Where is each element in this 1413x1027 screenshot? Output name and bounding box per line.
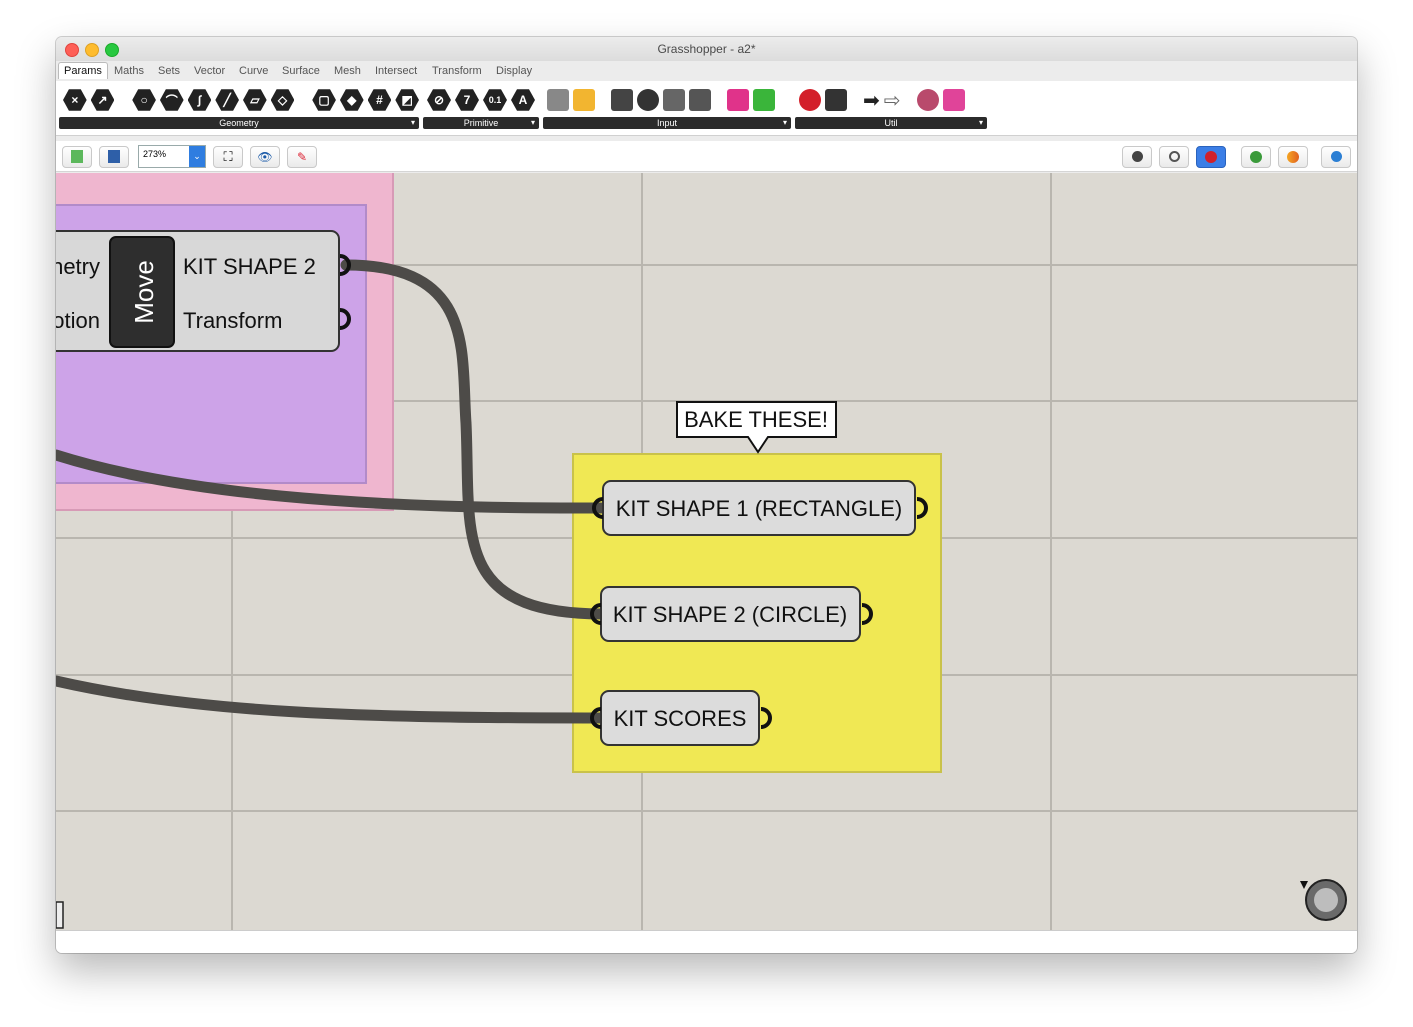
gradient-icon[interactable] [727,89,749,111]
preview-mesh-quality-button[interactable] [1278,146,1308,168]
cherry-picker-icon[interactable] [799,89,821,111]
move-input-geometry: netry [56,254,100,279]
preview-off-icon [1131,151,1143,162]
shaded-preview-button[interactable] [1196,146,1226,168]
selected-only-icon [1250,151,1262,163]
boolean-param-icon[interactable]: ⊘ [427,89,451,111]
box-param-icon[interactable]: ▢ [312,89,336,111]
param-label: KIT SCORES [614,706,747,731]
line-param-icon[interactable]: ╱ [215,89,239,111]
integer-param-icon[interactable]: 7 [455,89,479,111]
param-kit-shape-2[interactable]: KIT SHAPE 2 (CIRCLE) [590,586,873,642]
curve-param-icon[interactable]: ∫ [187,89,212,111]
relay-arrow-icon[interactable]: ➡ [863,88,880,113]
move-output-kit-shape-2: KIT SHAPE 2 [183,254,316,279]
tab-intersect[interactable]: Intersect [375,65,417,77]
ribbon-group-util: ➡ ⇨ Util ▾ [795,85,987,129]
grasshopper-canvas[interactable]: Move netry otion KIT SHAPE 2 Transform B… [56,173,1357,930]
tab-display[interactable]: Display [496,65,532,77]
eye-icon: 👁 [257,150,273,164]
tab-transform[interactable]: Transform [432,65,482,77]
move-input-motion: otion [56,308,100,333]
title-bar: Grasshopper - a2* [56,37,1357,62]
preview-off-button[interactable] [1122,146,1152,168]
param-label: KIT SHAPE 1 (RECTANGLE) [616,496,902,521]
app-window: Grasshopper - a2* Params Maths Sets Vect… [56,37,1357,953]
component-tabs: Params Maths Sets Vector Curve Surface M… [56,61,1357,81]
surface-param-icon[interactable]: ◩ [395,89,419,111]
preview-toggle-button[interactable]: 👁 [250,146,280,168]
tab-mesh[interactable]: Mesh [334,65,361,77]
ribbon-group-primitive: ⊘ 7 0.1 A Primitive ▾ [423,85,539,129]
save-icon [108,150,120,163]
jump-arrow-icon[interactable]: ⇨ [884,88,901,113]
text-param-icon[interactable]: A [511,89,535,111]
scribble-text: BAKE THESE! [684,407,828,432]
param-label: KIT SHAPE 2 (CIRCLE) [613,602,847,627]
ribbon-label-util: Util ▾ [795,117,987,129]
sketch-button[interactable]: ✎ [287,146,317,168]
ribbon-label-geometry: Geometry ▾ [59,117,419,129]
tab-sets[interactable]: Sets [158,65,180,77]
toggle-icon[interactable] [611,89,633,111]
circle-param-icon[interactable]: ○ [132,89,156,111]
param-kit-shape-1[interactable]: KIT SHAPE 1 (RECTANGLE) [592,480,928,536]
ribbon-label-input: Input ▾ [543,117,791,129]
tab-curve[interactable]: Curve [239,65,268,77]
wire-kit-scores[interactable] [56,675,607,724]
flask-icon[interactable] [942,89,965,111]
save-file-button[interactable] [99,146,129,168]
canvas-toolbar: 273% ⌄ ⛶ 👁 ✎ [56,141,1357,172]
move-component-name: Move [129,260,159,324]
panel-icon[interactable] [663,89,685,111]
zoom-select[interactable]: 273% ⌄ [138,145,206,168]
value-list-icon[interactable] [689,89,711,111]
tab-surface[interactable]: Surface [282,65,320,77]
chevron-down-icon: ⌄ [189,146,205,167]
wireframe-preview-button[interactable] [1159,146,1189,168]
vector-param-icon[interactable]: ↗ [90,89,115,111]
number-param-icon[interactable]: 0.1 [483,89,507,111]
ribbon-label-primitive: Primitive ▾ [423,117,539,129]
tab-params[interactable]: Params [58,62,108,79]
plane-param-icon[interactable]: ▱ [243,89,267,111]
selected-only-preview-button[interactable] [1241,146,1271,168]
move-output-transform: Transform [183,308,282,333]
ribbon-group-geometry: × ↗ ○ ⌒ ∫ ╱ ▱ ◇ ▢ ◆ # ◩ Geometry ▾ [59,85,419,129]
geometry-param-icon[interactable]: × [63,89,87,111]
window-title: Grasshopper - a2* [657,42,756,56]
ribbon-group-input: Input ▾ [543,85,791,129]
wireframe-icon [1168,151,1180,162]
open-file-icon [71,150,83,163]
brep-param-icon[interactable]: ◆ [339,89,364,111]
tab-vector[interactable]: Vector [194,65,225,77]
number-slider-icon[interactable] [547,89,569,111]
arc-param-icon[interactable]: ⌒ [159,89,184,111]
mesh-param-icon[interactable]: # [367,89,392,111]
zoom-value: 273% [143,149,167,159]
zoom-extents-icon: ⛶ [223,149,233,164]
param-kit-scores[interactable]: KIT SCORES [590,690,772,746]
canvas-graphics: Move netry otion KIT SHAPE 2 Transform B… [56,173,1357,930]
open-file-button[interactable] [62,146,92,168]
rectangle-param-icon[interactable]: ◇ [270,89,295,111]
document-preview-settings-button[interactable] [1321,146,1351,168]
fitness-landscape-icon[interactable] [916,89,939,111]
shaded-icon [1205,151,1217,163]
component-ribbon: × ↗ ○ ⌒ ∫ ╱ ▱ ◇ ▢ ◆ # ◩ Geometry ▾ ⊘ 7 0. [56,81,1357,136]
zoom-extents-button[interactable]: ⛶ [213,146,243,168]
graph-mapper-icon[interactable] [573,89,595,111]
tab-maths[interactable]: Maths [114,65,144,77]
bake-these-scribble[interactable]: BAKE THESE! [676,401,837,454]
pen-icon: ✎ [296,150,308,164]
button-icon[interactable] [637,89,659,111]
data-dam-tree-icon[interactable] [825,89,847,111]
mesh-quality-icon [1287,151,1299,163]
canvas-scroll-marker[interactable] [56,901,64,929]
move-component[interactable]: Move netry otion KIT SHAPE 2 Transform [56,230,351,352]
navigation-compass[interactable] [1300,879,1347,921]
sphere-icon [1330,151,1342,162]
status-bar [56,930,1357,953]
colour-swatch-icon[interactable] [753,89,775,111]
